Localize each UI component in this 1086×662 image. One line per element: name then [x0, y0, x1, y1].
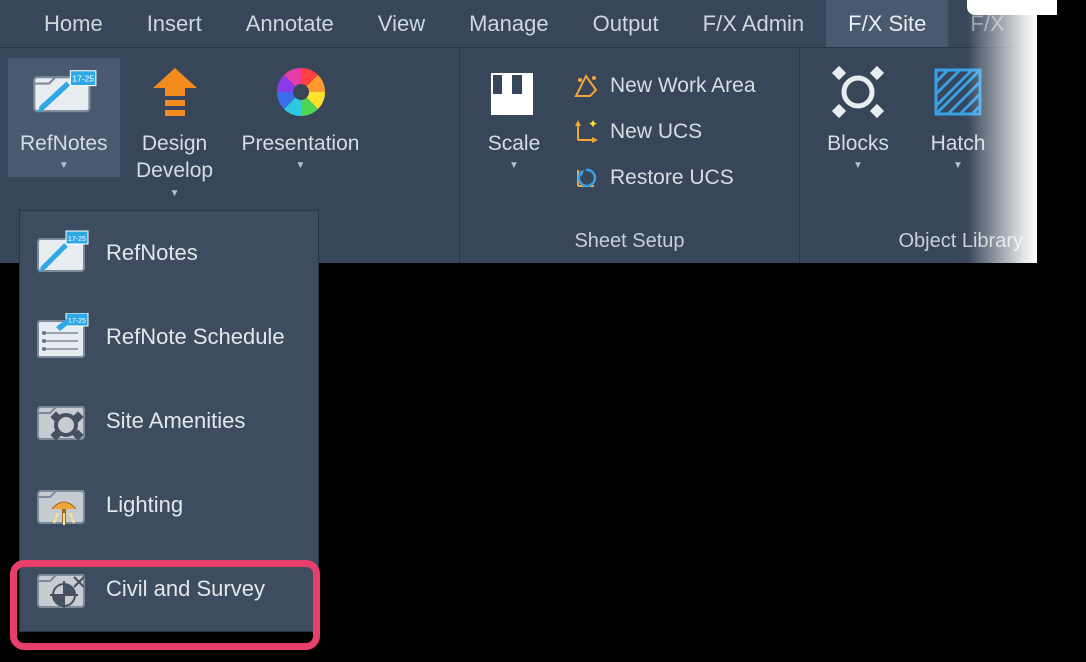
tab-output[interactable]: Output — [571, 0, 681, 47]
new-ucs-button[interactable]: ✦ New UCS — [562, 110, 766, 154]
site-amenities-icon — [34, 397, 90, 445]
work-area-icon — [572, 72, 600, 100]
dropdown-lighting[interactable]: Lighting — [20, 463, 318, 547]
tab-annotate[interactable]: Annotate — [224, 0, 356, 47]
tab-fx-site[interactable]: F/X Site — [826, 0, 948, 47]
new-work-area-button[interactable]: New Work Area — [562, 64, 766, 108]
restore-ucs-icon — [572, 164, 600, 192]
svg-text:17-25: 17-25 — [72, 73, 94, 83]
tab-insert[interactable]: Insert — [125, 0, 224, 47]
hatch-button[interactable]: Hatch ▼ — [908, 58, 1008, 177]
hatch-icon — [924, 64, 992, 120]
dropdown-site-amenities-label: Site Amenities — [106, 408, 245, 434]
refnotes-button[interactable]: 17-25 RefNotes ▼ — [8, 58, 120, 177]
hatch-label: Hatch — [931, 130, 986, 157]
panel-sheet-setup: Scale ▼ New Work Area ✦ New UCS — [460, 48, 800, 263]
restore-ucs-label: Restore UCS — [610, 166, 734, 190]
dropdown-refnotes-label: RefNotes — [106, 240, 198, 266]
svg-text:17-25: 17-25 — [68, 318, 86, 325]
restore-ucs-button[interactable]: Restore UCS — [562, 156, 766, 200]
refnotes-icon: 17-25 — [34, 229, 90, 277]
dropdown-refnotes[interactable]: 17-25 RefNotes — [20, 211, 318, 295]
sheet-setup-group-label: Sheet Setup — [460, 224, 799, 263]
tab-fx-admin[interactable]: F/X Admin — [681, 0, 826, 47]
dropdown-refnote-schedule[interactable]: 17-25 RefNote Schedule — [20, 295, 318, 379]
scale-icon — [480, 64, 548, 120]
tab-manage[interactable]: Manage — [447, 0, 571, 47]
tab-fx-more[interactable]: F/X — [948, 0, 1026, 47]
chevron-down-icon: ▼ — [853, 160, 863, 171]
tab-home[interactable]: Home — [22, 0, 125, 47]
new-ucs-icon: ✦ — [572, 118, 600, 146]
svg-text:17-25: 17-25 — [68, 236, 86, 243]
chevron-down-icon: ▼ — [509, 160, 519, 171]
lighting-icon — [34, 481, 90, 529]
civil-survey-icon — [34, 565, 90, 613]
scale-button[interactable]: Scale ▼ — [468, 58, 560, 177]
refnotes-folder-icon: 17-25 — [30, 64, 98, 120]
up-arrow-icon — [141, 64, 209, 120]
object-library-group-label: Object Library — [800, 224, 1037, 263]
panel-object-library: Blocks ▼ Hatch ▼ Object Library — [800, 48, 1037, 263]
refnotes-label: RefNotes — [20, 130, 108, 157]
blocks-icon — [824, 64, 892, 120]
design-develop-button[interactable]: Design Develop ▼ — [120, 58, 230, 205]
color-wheel-icon — [267, 64, 335, 120]
blocks-label: Blocks — [827, 130, 889, 157]
chevron-down-icon: ▼ — [170, 188, 180, 199]
chevron-down-icon: ▼ — [59, 160, 69, 171]
scale-label: Scale — [488, 130, 541, 157]
dropdown-civil-and-survey[interactable]: Civil and Survey — [20, 547, 318, 631]
dropdown-lighting-label: Lighting — [106, 492, 183, 518]
refnote-schedule-icon: 17-25 — [34, 313, 90, 361]
new-work-area-label: New Work Area — [610, 74, 756, 98]
presentation-label: Presentation — [242, 130, 360, 157]
tab-view[interactable]: View — [356, 0, 447, 47]
ribbon-tabbar: Home Insert Annotate View Manage Output … — [0, 0, 1037, 48]
dropdown-civil-and-survey-label: Civil and Survey — [106, 576, 265, 602]
design-develop-label: Design Develop — [136, 130, 213, 185]
chevron-down-icon: ▼ — [953, 160, 963, 171]
refnotes-dropdown: 17-25 RefNotes 17-25 RefNote Schedule — [19, 210, 319, 632]
blocks-button[interactable]: Blocks ▼ — [808, 58, 908, 177]
new-ucs-label: New UCS — [610, 120, 702, 144]
dropdown-refnote-schedule-label: RefNote Schedule — [106, 324, 285, 350]
presentation-button[interactable]: Presentation ▼ — [230, 58, 372, 177]
dropdown-site-amenities[interactable]: Site Amenities — [20, 379, 318, 463]
svg-text:✦: ✦ — [588, 118, 598, 131]
chevron-down-icon: ▼ — [296, 160, 306, 171]
